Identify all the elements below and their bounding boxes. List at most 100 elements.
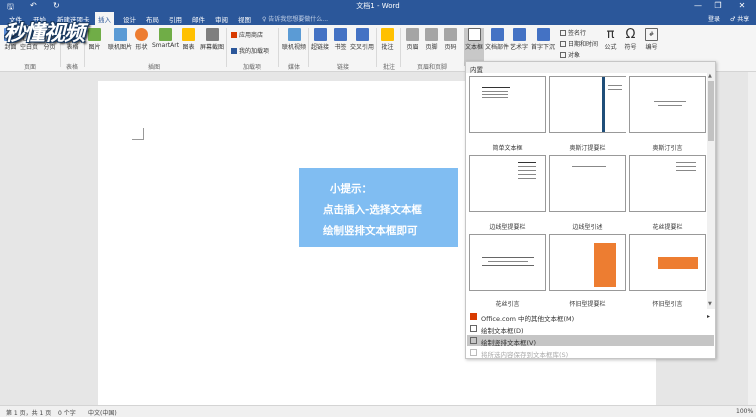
- page-count[interactable]: 第 1 页，共 1 页: [6, 408, 51, 417]
- tab-view[interactable]: 视图: [238, 14, 251, 24]
- group-label-comments: 批注: [383, 64, 396, 71]
- my-addins-icon: [231, 48, 237, 54]
- shapes-icon: [135, 28, 148, 41]
- gallery-label: 花丝引言: [495, 301, 520, 308]
- header-button[interactable]: 页眉: [406, 28, 419, 51]
- gallery-thumb-filigree-sidebar[interactable]: [629, 155, 706, 212]
- hyperlink-icon: [313, 28, 327, 41]
- minimize-icon[interactable]: —: [692, 1, 704, 10]
- group-separator: [84, 28, 85, 67]
- gallery-label: 怀旧型引言: [652, 301, 683, 308]
- header-icon: [406, 28, 419, 41]
- bookmark-button[interactable]: 书签: [334, 28, 347, 51]
- tell-me-search[interactable]: ♀ 告诉我您想要做什么...: [262, 14, 328, 23]
- equation-button[interactable]: π 公式: [604, 28, 617, 51]
- online-picture-icon: [113, 28, 127, 41]
- office-icon: [470, 313, 477, 320]
- thumb-line: [608, 89, 622, 90]
- title-bar: 🖫 ↶ ↻ 文档1 - Word — ❐ ✕: [0, 0, 756, 12]
- footer-button[interactable]: 页脚: [425, 28, 438, 51]
- comment-button[interactable]: 批注: [381, 28, 394, 51]
- thumb-line: [482, 91, 508, 92]
- group-separator: [400, 28, 401, 67]
- vertical-textbox-icon: [470, 337, 477, 344]
- save-selection-icon: [470, 349, 477, 356]
- symbol-button[interactable]: Ω 符号: [624, 28, 637, 51]
- share-button[interactable]: ♂ 共享: [730, 14, 749, 23]
- thumb-line: [518, 174, 536, 175]
- scroll-thumb[interactable]: [708, 81, 714, 141]
- thumb-line: [654, 101, 686, 102]
- thumb-line: [482, 87, 510, 88]
- object-button[interactable]: 对象: [560, 50, 580, 59]
- gallery-thumb-retro-quote[interactable]: [629, 234, 706, 291]
- thumb-line: [572, 166, 606, 167]
- gallery-thumb-sideline-sidebar[interactable]: [469, 155, 546, 212]
- gallery-thumb-austin-sidebar[interactable]: [549, 76, 626, 133]
- gallery-label: 简单文本框: [492, 145, 523, 152]
- login-link[interactable]: 登录: [708, 14, 720, 23]
- gallery-header: 内置: [466, 62, 715, 74]
- menu-draw-textbox[interactable]: 绘制文本框(D): [467, 323, 714, 335]
- textbox-icon: [467, 28, 481, 41]
- tab-mailings[interactable]: 邮件: [192, 14, 205, 24]
- tab-references[interactable]: 引用: [169, 14, 182, 24]
- cross-reference-button[interactable]: 交叉引用: [350, 28, 374, 51]
- online-picture-button[interactable]: 联机图片: [108, 28, 132, 51]
- picture-button[interactable]: 图片: [88, 28, 101, 51]
- store-button[interactable]: 应用商店: [231, 30, 263, 39]
- number-button[interactable]: # 编号: [645, 28, 658, 51]
- language-indicator[interactable]: 中文(中国): [88, 408, 117, 417]
- menu-draw-vertical-textbox[interactable]: 绘制竖排文本框(V): [467, 335, 714, 347]
- textbox-gallery: 内置 简单文本框 奥斯汀提要栏 奥斯汀引言 边线型提要栏 边线型引述 花丝提要栏: [465, 61, 716, 359]
- chart-button[interactable]: 图表: [182, 28, 195, 51]
- gallery-thumb-austin-quote[interactable]: [629, 76, 706, 133]
- date-time-button[interactable]: 日期和时间: [560, 39, 598, 48]
- tab-design[interactable]: 设计: [123, 14, 136, 24]
- store-icon: [231, 32, 237, 38]
- scroll-up-icon[interactable]: ▲: [708, 73, 712, 79]
- window-title: 文档1 - Word: [356, 2, 400, 10]
- hyperlink-button[interactable]: 超链接: [311, 28, 329, 51]
- word-count[interactable]: 0 个字: [58, 408, 76, 417]
- smartart-button[interactable]: SmartArt: [152, 28, 179, 49]
- thumb-line: [676, 166, 696, 167]
- thumb-line: [518, 170, 536, 171]
- page-number-button[interactable]: 页码: [444, 28, 457, 51]
- signature-line-button[interactable]: 签名行: [560, 28, 586, 37]
- ribbon-tabs: 文件 开始 新建选项卡 插入 设计 布局 引用 邮件 审阅 视图 ♀ 告诉我您想…: [0, 12, 756, 25]
- group-label-header-footer: 页眉和页脚: [417, 64, 448, 71]
- group-separator: [278, 28, 279, 67]
- menu-more-office-textboxes[interactable]: Office.com 中的其他文本框(M) ▸: [467, 311, 714, 323]
- close-icon[interactable]: ✕: [736, 1, 748, 10]
- thumb-sidebar: [594, 243, 616, 287]
- gallery-thumb-simple[interactable]: [469, 76, 546, 133]
- gallery-scrollbar[interactable]: ▲ ▼: [707, 73, 715, 309]
- online-video-button[interactable]: 联机视频: [282, 28, 306, 51]
- shapes-button[interactable]: 形状: [135, 28, 148, 51]
- pi-icon: π: [606, 27, 615, 42]
- picture-icon: [88, 28, 101, 41]
- tab-insert[interactable]: 插入: [95, 12, 114, 25]
- doc-parts-button[interactable]: 文档部件: [485, 28, 509, 51]
- tab-review[interactable]: 审阅: [215, 14, 228, 24]
- restore-icon[interactable]: ❐: [712, 1, 724, 10]
- tip-line: 点击插入-选择文本框: [323, 204, 422, 216]
- zoom-level[interactable]: 100%: [736, 408, 753, 415]
- my-addins-button[interactable]: 我的加载项: [231, 46, 269, 55]
- drop-cap-button[interactable]: 首字下沉: [531, 28, 555, 51]
- screenshot-button[interactable]: 屏幕截图: [200, 28, 224, 51]
- thumb-line: [658, 105, 682, 106]
- thumb-line: [676, 162, 696, 163]
- tab-layout[interactable]: 布局: [146, 14, 159, 24]
- gallery-thumb-filigree-quote[interactable]: [469, 234, 546, 291]
- group-label-links: 链接: [337, 64, 350, 71]
- scroll-down-icon[interactable]: ▼: [708, 301, 712, 307]
- vertical-scrollbar[interactable]: [748, 72, 756, 405]
- group-label-media: 媒体: [288, 64, 301, 71]
- gallery-thumb-retro-sidebar[interactable]: [549, 234, 626, 291]
- wordart-button[interactable]: 艺术字: [510, 28, 528, 51]
- gallery-thumb-sideline-quote[interactable]: [549, 155, 626, 212]
- thumb-line: [482, 97, 508, 98]
- online-video-icon: [287, 28, 301, 41]
